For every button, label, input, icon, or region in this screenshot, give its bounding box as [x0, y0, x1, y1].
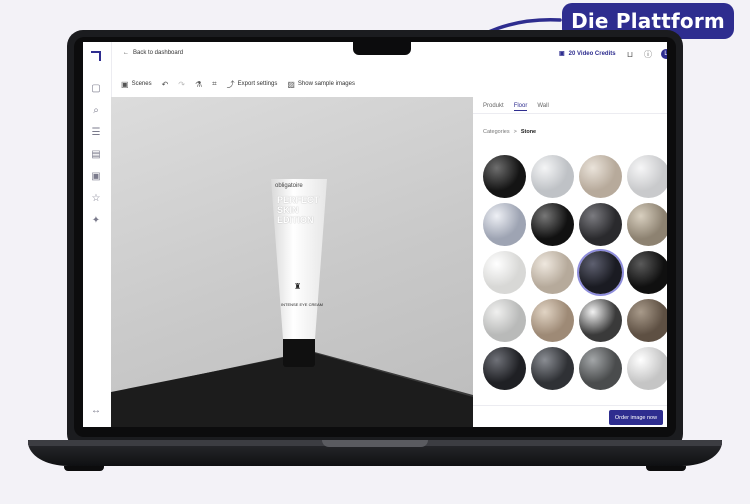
screen-bezel: ▢ ⌕ ☰ ▤ ▣ ☆ ✦ ↔ ← Back to dashboard ▣ 20…	[74, 37, 676, 437]
order-image-button[interactable]: Order image now	[609, 410, 663, 425]
export-label: Export settings	[237, 81, 278, 87]
logo-icon[interactable]	[91, 51, 101, 61]
export-settings-button[interactable]: ⤴ Export settings	[227, 79, 278, 90]
app-screen: ▢ ⌕ ☰ ▤ ▣ ☆ ✦ ↔ ← Back to dashboard ▣ 20…	[83, 42, 667, 427]
video-credits-button[interactable]: ▣ 20 Video Credits	[559, 50, 616, 58]
help-icon[interactable]: ⓘ	[643, 49, 653, 59]
material-swatch[interactable]	[483, 347, 526, 390]
image-icon: ▨	[287, 79, 295, 89]
material-swatch[interactable]	[483, 299, 526, 342]
material-swatch[interactable]	[579, 203, 622, 246]
undo-icon: ↶	[161, 79, 169, 89]
material-swatch[interactable]	[579, 155, 622, 198]
sparkle-icon[interactable]: ✦	[90, 214, 102, 226]
material-swatch[interactable]	[531, 203, 574, 246]
product-headline: PERFECT SKIN EDITION	[277, 195, 320, 225]
filter-icon[interactable]: ☰	[90, 126, 102, 138]
back-to-dashboard-link[interactable]: ← Back to dashboard	[123, 50, 183, 56]
crop-icon: ⌗	[212, 79, 217, 88]
material-swatch[interactable]	[483, 203, 526, 246]
show-sample-images-button[interactable]: ▨ Show sample images	[287, 80, 355, 89]
material-swatch[interactable]	[627, 203, 667, 246]
tab-floor[interactable]: Floor	[513, 103, 528, 111]
material-swatch[interactable]	[627, 155, 667, 198]
star-icon[interactable]: ☆	[90, 192, 102, 204]
laptop-foot-left	[64, 466, 104, 471]
avatar[interactable]: L	[661, 49, 667, 59]
tab-wall[interactable]: Wall	[537, 103, 548, 111]
undo-button[interactable]: ↶	[162, 80, 169, 89]
export-icon: ⤴	[226, 79, 235, 89]
product-logo-icon: ♜	[294, 282, 302, 291]
material-swatch[interactable]	[483, 251, 526, 294]
product-subline: INTENSE EYE CREAM	[281, 302, 324, 307]
material-swatch[interactable]	[531, 155, 574, 198]
breadcrumb-categories[interactable]: Categories	[483, 129, 510, 135]
samples-label: Show sample images	[297, 81, 355, 87]
material-swatch[interactable]	[531, 347, 574, 390]
laptop-foot-right	[646, 466, 686, 471]
tab-produkt[interactable]: Produkt	[483, 103, 504, 111]
laptop-lid: ▢ ⌕ ☰ ▤ ▣ ☆ ✦ ↔ ← Back to dashboard ▣ 20…	[67, 30, 683, 450]
breadcrumb-separator: >	[513, 129, 517, 135]
cart-icon[interactable]: ⊔	[625, 49, 635, 59]
scenes-button[interactable]: ▣ Scenes	[121, 80, 152, 89]
panel-divider	[473, 113, 667, 114]
arrow-left-icon: ←	[123, 50, 129, 56]
order-label: Order image now	[614, 414, 658, 421]
breadcrumb-stone: Stone	[520, 129, 537, 135]
material-swatch[interactable]	[627, 347, 667, 390]
material-swatch[interactable]	[627, 251, 667, 294]
expand-icon[interactable]: ↔	[90, 404, 102, 416]
credits-label: 20 Video Credits	[568, 50, 616, 57]
material-panel: Produkt Floor Wall Categories > Stone Or…	[473, 97, 667, 427]
sidebar: ▢ ⌕ ☰ ▤ ▣ ☆ ✦ ↔	[83, 42, 112, 427]
scenes-icon: ▣	[121, 79, 129, 89]
redo-button[interactable]: ↷	[178, 80, 185, 89]
back-label: Back to dashboard	[133, 50, 184, 56]
search-icon[interactable]: ⌕	[90, 104, 102, 116]
redo-icon: ↷	[178, 79, 185, 89]
material-swatch[interactable]	[627, 299, 667, 342]
panel-footer-divider	[473, 405, 667, 406]
crop-button[interactable]: ⌗	[212, 79, 217, 89]
book-icon[interactable]: ▤	[90, 148, 102, 160]
laptop-opening-notch	[322, 440, 428, 447]
flask-button[interactable]: ⚗	[195, 80, 202, 89]
product-cap	[283, 339, 315, 367]
scenes-label: Scenes	[131, 81, 152, 87]
toolbar: ▣ Scenes ↶ ↷ ⚗ ⌗ ⤴ Export settings ▨ Sho…	[111, 72, 479, 96]
material-swatch[interactable]	[531, 251, 574, 294]
video-icon: ▣	[559, 51, 565, 57]
flask-icon: ⚗	[194, 79, 203, 89]
layout-icon[interactable]: ▢	[90, 82, 102, 94]
material-swatch[interactable]	[579, 251, 622, 294]
scene-canvas[interactable]: obligatoire PERFECT SKIN EDITION ♜ INTEN…	[111, 97, 473, 427]
material-swatch[interactable]	[531, 299, 574, 342]
material-swatch[interactable]	[579, 347, 622, 390]
image-search-icon[interactable]: ▣	[90, 170, 102, 182]
camera-notch	[353, 42, 411, 55]
avatar-initial: L	[664, 51, 667, 57]
product-brand: obligatoire	[275, 183, 303, 189]
panel-tabs: Produkt Floor Wall	[483, 103, 549, 111]
breadcrumb: Categories > Stone	[483, 129, 536, 135]
material-swatch[interactable]	[579, 299, 622, 342]
material-swatch[interactable]	[483, 155, 526, 198]
